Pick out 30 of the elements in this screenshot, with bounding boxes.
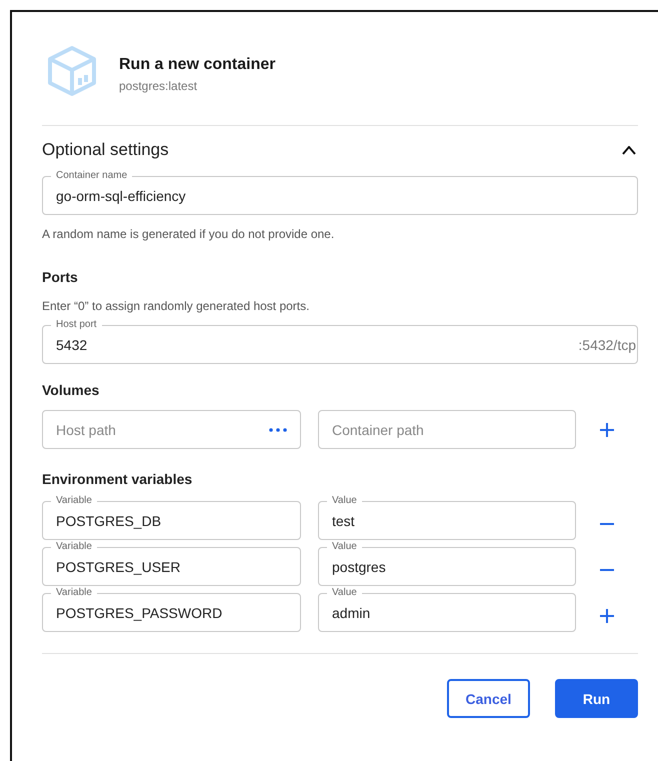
- value-field[interactable]: Value postgres: [318, 540, 576, 586]
- image-name: postgres:latest: [119, 79, 198, 93]
- cancel-button[interactable]: Cancel: [447, 679, 530, 718]
- variable-field[interactable]: Variable POSTGRES_USER: [42, 540, 301, 586]
- section-label: Environment variables: [42, 471, 194, 487]
- field-label: Host port: [51, 319, 102, 331]
- add-icon: [599, 422, 615, 438]
- chevron-up-icon: [622, 146, 636, 154]
- port-suffix: :5432/tcp: [578, 336, 637, 352]
- container-name-field[interactable]: Container name go-orm-sql-efficiency: [42, 169, 638, 215]
- value-field[interactable]: Value test: [318, 494, 576, 540]
- variable-field[interactable]: Variable POSTGRES_DB: [42, 494, 301, 540]
- host-port-field[interactable]: Host port 5432 :5432/tcp: [42, 318, 638, 364]
- run-button[interactable]: Run: [555, 679, 638, 718]
- add-icon: [599, 608, 615, 624]
- field-hint: Enter “0” to assign randomly generated host ports.: [42, 299, 310, 313]
- field-hint: A random name is generated if you do not provide one.: [42, 227, 336, 241]
- collapse-button[interactable]: [620, 144, 638, 156]
- add-button[interactable]: [599, 422, 615, 438]
- value-field[interactable]: Value admin: [318, 586, 576, 632]
- section-label: Volumes: [42, 382, 100, 398]
- section-label: Ports: [42, 269, 79, 285]
- cube-icon: [45, 44, 99, 98]
- container-path-field[interactable]: Container path: [318, 410, 576, 449]
- variable-field[interactable]: Variable POSTGRES_PASSWORD: [42, 586, 301, 632]
- host-path-field[interactable]: Host path: [42, 410, 301, 449]
- dialog-title: Run a new container: [119, 56, 276, 74]
- add-button[interactable]: [599, 608, 615, 624]
- more-icon[interactable]: [269, 428, 287, 432]
- section-title: Optional settings: [42, 140, 169, 160]
